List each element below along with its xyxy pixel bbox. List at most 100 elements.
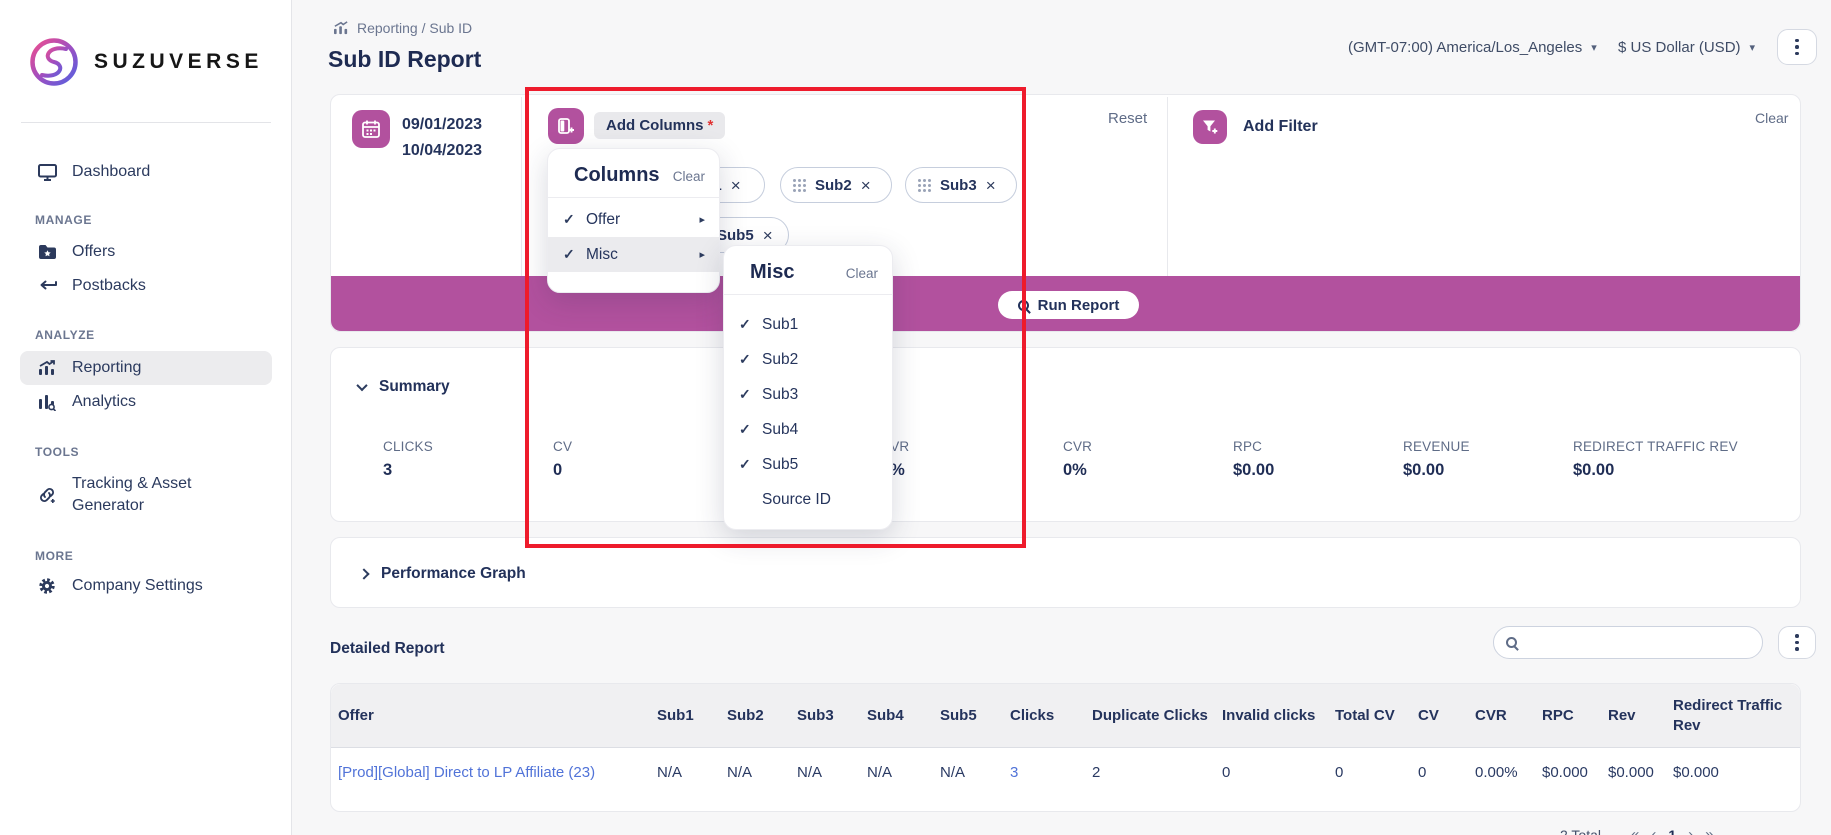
summary-panel: Summary CLICKS3CV0EVR0%CVR0%RPC$0.00REVE… [330, 347, 1801, 522]
table-cell-link[interactable]: [Prod][Global] Direct to LP Affiliate (2… [338, 763, 657, 783]
submenu-caret-icon: ▸ [699, 248, 705, 261]
column-header-sub2[interactable]: Sub2 [727, 706, 797, 726]
chevron-right-icon [358, 568, 369, 579]
sidebar-item-offers[interactable]: Offers [20, 235, 272, 269]
timezone-select[interactable]: (GMT-07:00) America/Los_Angeles ▾ [1348, 39, 1597, 56]
summary-stat-rpc: RPC$0.00 [1233, 439, 1274, 480]
sidebar-item-dashboard[interactable]: Dashboard [20, 155, 272, 189]
column-header-sub4[interactable]: Sub4 [867, 706, 940, 726]
chevron-down-icon: ▾ [1750, 41, 1756, 54]
item-label: Misc [586, 246, 618, 264]
add-filter-icon[interactable] [1193, 110, 1227, 144]
sidebar: SUZUVERSE Dashboard MANAGE Offers Postba… [0, 0, 292, 835]
brand-name: SUZUVERSE [94, 50, 263, 74]
add-filter-button[interactable]: Add Filter [1243, 118, 1318, 136]
sidebar-item-analytics[interactable]: Analytics [20, 385, 272, 419]
prev-page-button[interactable]: ‹ [1651, 826, 1656, 835]
first-page-button[interactable]: « [1631, 826, 1639, 835]
timezone-value: (GMT-07:00) America/Los_Angeles [1348, 39, 1582, 56]
misc-dropdown: Misc Clear ✓Sub1✓Sub2✓Sub3✓Sub4✓Sub5Sour… [723, 245, 893, 530]
columns-item-offer[interactable]: ✓Offer▸ [548, 202, 719, 237]
remove-chip-icon[interactable]: × [861, 177, 871, 194]
currency-select[interactable]: $ US Dollar (USD) ▾ [1618, 39, 1755, 56]
summary-stat-redirect-traffic-rev: REDIRECT TRAFFIC REV$0.00 [1573, 439, 1738, 480]
run-report-button[interactable]: Run Report [998, 291, 1139, 319]
summary-stat-clicks: CLICKS3 [383, 439, 433, 480]
misc-item-sub2[interactable]: ✓Sub2 [724, 342, 892, 377]
sidebar-item-tracking-asset-generator[interactable]: Tracking & Asset Generator [20, 469, 272, 521]
header-kebab-menu-button[interactable] [1777, 29, 1817, 65]
last-page-button[interactable]: » [1705, 826, 1713, 835]
column-header-invalid-clicks[interactable]: Invalid clicks [1222, 706, 1335, 726]
column-header-rev[interactable]: Rev [1608, 706, 1673, 726]
date-range-display[interactable]: 09/01/2023 10/04/2023 [402, 112, 482, 164]
table-search[interactable] [1493, 626, 1763, 659]
remove-chip-icon[interactable]: × [763, 227, 773, 244]
remove-chip-icon[interactable]: × [731, 177, 741, 194]
table-cell: 0 [1418, 763, 1475, 783]
column-chip-sub3[interactable]: Sub3× [905, 167, 1017, 203]
calendar-icon[interactable] [352, 110, 390, 148]
breadcrumb-text[interactable]: Reporting / Sub ID [357, 20, 472, 36]
misc-clear-button[interactable]: Clear [846, 266, 878, 281]
column-header-cvr[interactable]: CVR [1475, 706, 1542, 726]
column-header-sub3[interactable]: Sub3 [797, 706, 867, 726]
clear-filters-button[interactable]: Clear [1755, 110, 1788, 126]
performance-graph-title: Performance Graph [381, 565, 526, 583]
sidebar-item-reporting[interactable]: Reporting [20, 351, 272, 385]
misc-item-sub3[interactable]: ✓Sub3 [724, 377, 892, 412]
current-page[interactable]: 1 [1668, 827, 1676, 835]
summary-toggle[interactable]: Summary [358, 378, 450, 396]
sidebar-item-company-settings[interactable]: Company Settings [20, 569, 272, 603]
table-kebab-menu-button[interactable] [1778, 626, 1816, 659]
item-label: Offer [586, 211, 620, 229]
next-page-button[interactable]: › [1688, 826, 1693, 835]
column-chip-sub2[interactable]: Sub2× [780, 167, 892, 203]
column-header-redirect-traffic-rev[interactable]: Redirect Traffic Rev [1673, 696, 1795, 736]
column-header-cv[interactable]: CV [1418, 706, 1475, 726]
column-header-duplicate-clicks[interactable]: Duplicate Clicks [1092, 706, 1222, 726]
table-cell: N/A [797, 763, 867, 783]
performance-graph-toggle[interactable]: Performance Graph [360, 565, 526, 583]
kebab-icon [1795, 634, 1799, 651]
add-columns-button[interactable]: Add Columns * [594, 112, 725, 139]
stat-value: $0.00 [1573, 461, 1738, 480]
columns-clear-button[interactable]: Clear [673, 169, 705, 184]
drag-handle-icon[interactable] [918, 179, 931, 192]
panel-divider [1167, 97, 1168, 278]
breadcrumb-report-icon [333, 21, 349, 35]
chevron-down-icon [356, 380, 367, 391]
add-columns-icon[interactable] [548, 108, 584, 144]
column-header-rpc[interactable]: RPC [1542, 706, 1608, 726]
misc-item-sub4[interactable]: ✓Sub4 [724, 412, 892, 447]
column-header-offer[interactable]: Offer [338, 706, 657, 726]
misc-item-sub1[interactable]: ✓Sub1 [724, 307, 892, 342]
columns-item-misc[interactable]: ✓Misc▸ [548, 237, 719, 272]
drag-handle-icon[interactable] [793, 179, 806, 192]
column-header-sub1[interactable]: Sub1 [657, 706, 727, 726]
remove-chip-icon[interactable]: × [986, 177, 996, 194]
table-cell: N/A [657, 763, 727, 783]
add-columns-label: Add Columns [606, 117, 704, 134]
column-header-clicks[interactable]: Clicks [1010, 706, 1092, 726]
table-cell-link[interactable]: 3 [1010, 763, 1092, 783]
stat-value: 0 [553, 461, 572, 480]
link-plus-icon [36, 486, 58, 504]
sidebar-item-postbacks[interactable]: Postbacks [20, 269, 272, 303]
column-header-sub5[interactable]: Sub5 [940, 706, 1010, 726]
search-input[interactable] [1525, 635, 1750, 651]
brand-logo[interactable]: SUZUVERSE [28, 36, 263, 88]
pagination-total: 2 Total [1560, 827, 1601, 835]
breadcrumb: Reporting / Sub ID [333, 20, 472, 36]
kebab-icon [1795, 39, 1799, 56]
columns-dropdown-title: Columns [574, 164, 660, 187]
reset-button[interactable]: Reset [1108, 110, 1147, 127]
checkmark-icon: ✓ [739, 351, 762, 368]
run-report-label: Run Report [1038, 297, 1120, 314]
misc-item-source-id[interactable]: Source ID [724, 482, 892, 517]
table-cell: N/A [940, 763, 1010, 783]
misc-item-sub5[interactable]: ✓Sub5 [724, 447, 892, 482]
column-header-total-cv[interactable]: Total CV [1335, 706, 1418, 726]
sidebar-section-analyze: ANALYZE [35, 328, 95, 342]
checkmark-icon: ✓ [739, 421, 762, 438]
